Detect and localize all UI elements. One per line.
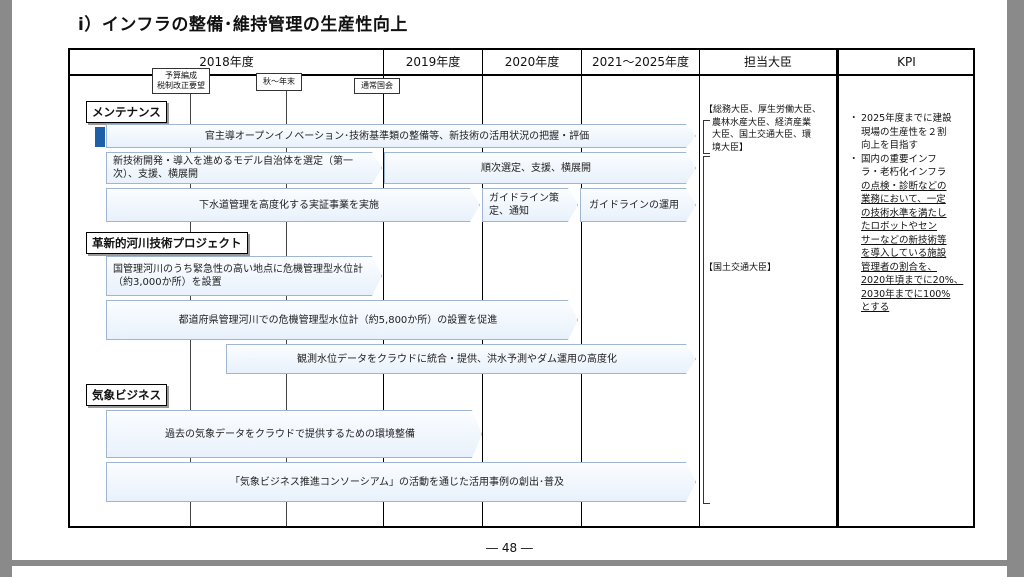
arrow-weather-cloud: 過去の気象データをクラウドで提供するための環境整備 — [106, 410, 482, 458]
kpi-item: 国内の重要インフ ラ・老朽化インフラ の点検・診断などの 業務において、一定 の… — [849, 153, 973, 315]
marker-bar — [95, 127, 105, 147]
kpi-line: 2025年度までに建設 — [861, 113, 952, 124]
arrow-open-innovation: 官主導オープンイノベーション･技術基準類の整備等、新技術の活用状況の把握・評価 — [106, 124, 696, 148]
kpi-line: とする — [861, 302, 890, 313]
section-river: 革新的河川技術プロジェクト — [86, 232, 248, 254]
arrow-guideline-draft: ガイドライン策定、通知 — [482, 188, 578, 222]
minister-mlit: 【国土交通大臣】 — [704, 263, 777, 273]
kpi-line: 管理者の割合を、 — [861, 261, 938, 273]
tag-diet: 通常国会 — [354, 78, 400, 94]
minister-line: 【総務大臣、厚生労働大臣、 — [704, 105, 822, 115]
arrow-sewer-demo: 下水道管理を高度化する実証事業を実施 — [106, 188, 480, 222]
header-2019: 2019年度 — [405, 55, 461, 69]
kpi-line: の点検・診断などの — [861, 180, 947, 192]
tag-budget-line1: 予算編成 — [165, 71, 197, 80]
kpi-line: 2030年までに100% — [861, 288, 951, 300]
arrow-prefectural-river-gauges: 都道府県管理河川での危機管理型水位計（約5,800か所）の設置を促進 — [106, 300, 578, 340]
kpi-line: たロボットやセン — [861, 221, 938, 232]
kpi-list: 2025年度までに建設 現場の生産性を２割 向上を目指す 国内の重要インフ ラ・… — [849, 112, 973, 315]
next-page-edge — [12, 566, 1007, 577]
divider-minister — [699, 50, 700, 526]
header-2021-2025: 2021～2025年度 — [591, 55, 690, 69]
kpi-line: 2020年頃までに20%、 — [861, 275, 964, 286]
divider-2020 — [482, 50, 483, 526]
kpi-line: の技術水準を満たし — [861, 207, 947, 219]
tag-budget: 予算編成 税制改正要望 — [152, 68, 210, 94]
header-2020: 2020年度 — [504, 55, 560, 69]
minister-line: 境大臣】 — [712, 142, 749, 153]
bracket-mark — [703, 156, 710, 504]
arrow-guideline-operation: ガイドラインの運用 — [580, 188, 696, 222]
page-title: ⅰ）インフラの整備･維持管理の生産性向上 — [78, 15, 408, 35]
header-kpi: KPI — [897, 55, 916, 69]
arrow-national-river-gauges: 国管理河川のうち緊急性の高い地点に危機管理型水位計（約3,000か所）を設置 — [106, 256, 382, 296]
kpi-line: 業務において、一定 — [861, 194, 946, 205]
arrow-sequential-selection: 順次選定、支援、横展開 — [384, 152, 696, 184]
arrow-cloud-water-data: 観測水位データをクラウドに統合・提供、洪水予測やダム運用の高度化 — [226, 344, 696, 374]
minister-maintenance: 【総務大臣、厚生労働大臣、 農林水産大臣、経済産業 大臣、国土交通大臣、環 境大… — [704, 104, 821, 154]
kpi-line: 国内の重要インフ — [861, 153, 937, 165]
tag-budget-line2: 税制改正要望 — [157, 81, 205, 90]
kpi-line: 向上を目指す — [861, 140, 919, 151]
minister-line: 大臣、国土交通大臣、環 — [712, 130, 812, 140]
kpi-line: を導入している施設 — [861, 248, 947, 259]
kpi-line: ラ・老朽化インフラ — [861, 167, 947, 178]
divider-2021 — [581, 50, 582, 526]
arrow-model-municipality: 新技術開発・導入を進めるモデル自治体を選定（第一次）、支援、横展開 — [106, 152, 382, 184]
page-number: ― 48 ― — [486, 541, 533, 555]
divider-kpi — [836, 50, 839, 526]
header-minister: 担当大臣 — [743, 55, 792, 69]
arrow-weather-consortium: 「気象ビジネス推進コンソーシアム」の活動を通じた活用事例の創出･普及 — [106, 462, 696, 502]
kpi-item: 2025年度までに建設 現場の生産性を２割 向上を目指す — [849, 112, 973, 153]
tag-autumn: 秋～年末 — [256, 73, 302, 91]
section-maintenance: メンテナンス — [86, 101, 167, 123]
header-2018: 2018年度 — [199, 55, 254, 69]
kpi-line: 現場の生産性を２割 — [861, 126, 947, 138]
minister-line: 農林水産大臣、経済産業 — [712, 117, 812, 128]
kpi-line: サーなどの新技術等 — [861, 234, 947, 246]
section-weather: 気象ビジネス — [86, 384, 167, 406]
